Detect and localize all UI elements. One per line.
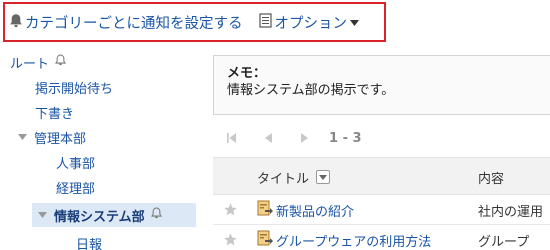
row-title-link[interactable]: グループウェアの利用方法: [257, 225, 431, 250]
main-panel: メモ： 情報システム部の掲示です。 1 - 3 タイトル 内容 新製品の紹介 社…: [211, 47, 550, 250]
tree-item-label: 掲示開始待ち: [35, 81, 114, 97]
tree-item-label: ルート: [10, 56, 50, 72]
table-row: 新製品の紹介 社内の運用: [213, 195, 550, 225]
tree-item-pending[interactable]: 掲示開始待ち: [35, 75, 113, 99]
row-title-link[interactable]: 新製品の紹介: [257, 195, 354, 225]
bell-icon: [150, 207, 162, 223]
page-range: 1 - 3: [329, 130, 362, 146]
option-menu-button[interactable]: オプション: [258, 12, 359, 33]
pagination: 1 - 3: [225, 127, 362, 149]
table-header: タイトル 内容: [213, 157, 550, 195]
star-icon[interactable]: [223, 202, 238, 221]
row-content-text: グループ: [478, 234, 530, 250]
expanded-triangle-icon[interactable]: [16, 134, 28, 140]
tree-item-root[interactable]: ルート: [10, 50, 67, 74]
table-row: グループウェアの利用方法 グループ: [213, 225, 550, 250]
bell-icon: [55, 54, 67, 70]
notify-settings-link[interactable]: カテゴリーごとに通知を設定する: [9, 12, 243, 33]
bulletin-icon: [257, 200, 273, 220]
memo-label: メモ：: [227, 66, 267, 81]
notify-settings-label: カテゴリーごとに通知を設定する: [25, 15, 243, 32]
caret-down-icon: [350, 14, 359, 30]
tree-item-label: 管理本部: [34, 131, 87, 147]
tree-item-label: 下書き: [35, 106, 75, 122]
column-content-label: 内容: [478, 171, 505, 187]
column-header-title: タイトル: [257, 158, 331, 196]
toolbar-highlight: カテゴリーごとに通知を設定する オプション: [3, 2, 386, 42]
tree-item-label: 情報システム部: [54, 209, 145, 225]
previous-page-icon[interactable]: [263, 133, 273, 143]
tree-item-accounting[interactable]: 経理部: [56, 175, 95, 199]
memo-text: 情報システム部の掲示です。: [227, 83, 395, 98]
next-page-icon[interactable]: [299, 133, 309, 143]
memo-box: メモ： 情報システム部の掲示です。: [213, 55, 550, 115]
category-tree: ルート 掲示開始待ち 下書き 管理本部 人事部 経理部 情報システム部 日報: [0, 47, 205, 250]
column-title-label: タイトル: [257, 171, 310, 187]
tree-item-hr[interactable]: 人事部: [56, 150, 95, 174]
tree-item-daily-report[interactable]: 日報: [76, 231, 102, 250]
tree-item-drafts[interactable]: 下書き: [35, 100, 74, 124]
bulletin-table: タイトル 内容 新製品の紹介 社内の運用 グループウェアの利用方法 グループ: [213, 157, 550, 250]
tree-item-label: 経理部: [56, 181, 96, 197]
tree-item-label: 日報: [76, 237, 103, 250]
tree-item-it-department[interactable]: 情報システム部: [32, 203, 196, 227]
tree-item-admin-headquarters[interactable]: 管理本部: [16, 125, 86, 149]
tree-item-label: 人事部: [56, 156, 96, 172]
document-icon: [258, 12, 272, 32]
column-header-content: 内容: [478, 158, 504, 196]
first-page-icon[interactable]: [225, 133, 239, 143]
bell-icon: [9, 13, 23, 32]
bulletin-icon: [257, 230, 273, 250]
row-title-text: 新製品の紹介: [276, 204, 355, 220]
row-title-text: グループウェアの利用方法: [276, 234, 432, 250]
option-menu-label: オプション: [274, 15, 348, 32]
star-icon[interactable]: [223, 232, 238, 250]
row-content-text: 社内の運用: [478, 204, 544, 220]
sort-dropdown-button[interactable]: [316, 170, 331, 184]
expanded-triangle-icon[interactable]: [36, 212, 48, 218]
